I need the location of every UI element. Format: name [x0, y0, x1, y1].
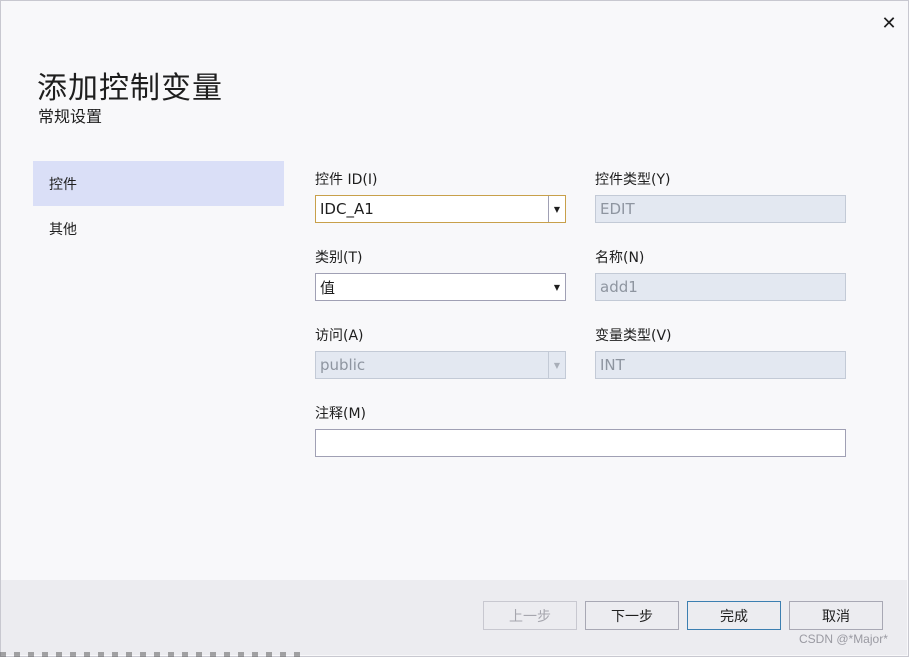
control-id-value: IDC_A1 — [320, 200, 374, 218]
background-text-strip — [0, 652, 300, 657]
nav-item-label: 控件 — [49, 176, 77, 193]
close-icon[interactable]: ✕ — [877, 11, 901, 35]
control-id-label: 控件 ID(I) — [315, 172, 378, 188]
control-type-label: 控件类型(Y) — [595, 172, 671, 188]
chevron-down-icon: ▼ — [548, 352, 565, 378]
cancel-button[interactable]: 取消 — [789, 601, 883, 630]
prev-button[interactable]: 上一步 — [483, 601, 577, 630]
category-value: 值 — [320, 278, 336, 297]
watermark: CSDN @*Major* — [799, 632, 888, 646]
control-id-combobox[interactable]: IDC_A1 ▼ — [315, 195, 566, 223]
access-select: public ▼ — [315, 351, 566, 379]
nav-item-label: 其他 — [49, 221, 77, 238]
variable-type-field: INT — [595, 351, 846, 379]
variable-type-value: INT — [600, 356, 625, 374]
category-label: 类别(T) — [315, 250, 363, 266]
name-value: add1 — [600, 278, 638, 296]
finish-button[interactable]: 完成 — [687, 601, 781, 630]
dialog-title: 添加控制变量 — [37, 71, 223, 106]
variable-type-label: 变量类型(V) — [595, 328, 672, 344]
access-label: 访问(A) — [315, 328, 364, 344]
access-value: public — [320, 356, 366, 374]
category-select[interactable]: 值 ▼ — [315, 273, 566, 301]
name-field: add1 — [595, 273, 846, 301]
chevron-down-icon[interactable]: ▼ — [549, 274, 565, 300]
comment-input[interactable] — [315, 429, 846, 457]
chevron-down-icon[interactable]: ▼ — [548, 196, 565, 222]
next-button[interactable]: 下一步 — [585, 601, 679, 630]
nav-item-controls[interactable]: 控件 — [33, 161, 284, 206]
nav-item-other[interactable]: 其他 — [33, 206, 284, 251]
name-label: 名称(N) — [595, 250, 645, 266]
dialog-subtitle: 常规设置 — [38, 107, 103, 126]
add-control-variable-dialog: ✕ 添加控制变量 常规设置 控件 其他 控件 ID(I) IDC_A1 ▼ 控件… — [0, 0, 909, 657]
control-type-field: EDIT — [595, 195, 846, 223]
control-type-value: EDIT — [600, 200, 635, 218]
comment-label: 注释(M) — [315, 406, 367, 422]
